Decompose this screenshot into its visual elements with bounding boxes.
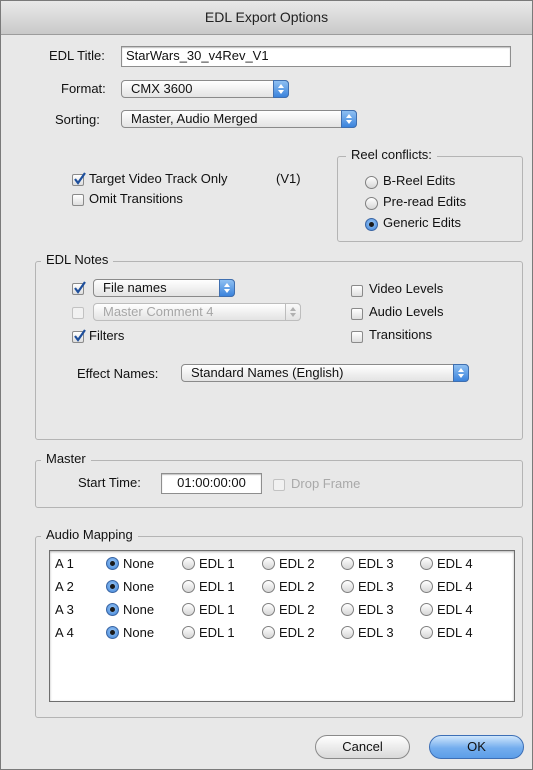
edl-title-label: EDL Title: (49, 48, 105, 63)
popup-arrows-icon (219, 279, 235, 297)
edl-export-dialog: EDL Export Options EDL Title: StarWars_3… (0, 0, 533, 770)
none-radio[interactable] (106, 557, 119, 570)
popup-arrows-icon (285, 303, 301, 321)
audio-mapping-legend: Audio Mapping (41, 527, 138, 542)
audio-mapping-row: A 1 None EDL 1 EDL 2 EDL 3 EDL 4 (50, 553, 514, 575)
b-reel-edits-radio[interactable] (365, 176, 378, 189)
track-label: A 4 (55, 625, 74, 640)
audio-mapping-row: A 2 None EDL 1 EDL 2 EDL 3 EDL 4 (50, 576, 514, 598)
checkmark-icon (74, 329, 86, 342)
edl2-radio[interactable] (262, 580, 275, 593)
transitions-label: Transitions (369, 327, 433, 342)
format-popup[interactable]: CMX 3600 (121, 80, 289, 98)
drop-frame-label: Drop Frame (291, 476, 361, 491)
drop-frame-checkbox[interactable] (273, 479, 285, 491)
b-reel-edits-label: B-Reel Edits (383, 173, 456, 188)
edl2-radio[interactable] (262, 557, 275, 570)
sorting-label: Sorting: (55, 112, 100, 127)
effect-names-label: Effect Names: (77, 366, 159, 381)
start-time-field[interactable]: 01:00:00:00 (161, 473, 262, 494)
edl1-radio[interactable] (182, 626, 195, 639)
edl2-radio[interactable] (262, 626, 275, 639)
ok-button[interactable]: OK (429, 735, 524, 759)
track-label: A 3 (55, 602, 74, 617)
cancel-button[interactable]: Cancel (315, 735, 410, 759)
target-video-track-suffix: (V1) (276, 171, 301, 186)
transitions-checkbox[interactable] (351, 331, 363, 343)
edl-notes-legend: EDL Notes (41, 252, 114, 267)
none-radio[interactable] (106, 580, 119, 593)
omit-transitions-label: Omit Transitions (89, 191, 183, 206)
edl4-radio[interactable] (420, 557, 433, 570)
master-legend: Master (41, 451, 91, 466)
popup-arrows-icon (341, 110, 357, 128)
filters-label: Filters (89, 328, 125, 343)
audio-mapping-row: A 3 None EDL 1 EDL 2 EDL 3 EDL 4 (50, 599, 514, 621)
edl4-radio[interactable] (420, 603, 433, 616)
none-radio[interactable] (106, 603, 119, 616)
effect-names-popup-value: Standard Names (English) (191, 365, 344, 380)
target-video-track-label: Target Video Track Only (89, 171, 228, 186)
audio-levels-label: Audio Levels (369, 304, 444, 319)
generic-edits-label: Generic Edits (383, 215, 462, 230)
master-comment-popup[interactable]: Master Comment 4 (93, 303, 301, 321)
popup-arrows-icon (273, 80, 289, 98)
track-label: A 2 (55, 579, 74, 594)
window-title: EDL Export Options (1, 1, 532, 35)
edl4-radio[interactable] (420, 626, 433, 639)
edl1-radio[interactable] (182, 580, 195, 593)
edl3-radio[interactable] (341, 626, 354, 639)
edl3-radio[interactable] (341, 557, 354, 570)
filters-checkbox[interactable] (72, 329, 86, 343)
format-popup-value: CMX 3600 (131, 81, 193, 96)
track-label: A 1 (55, 556, 74, 571)
edl-title-field[interactable]: StarWars_30_v4Rev_V1 (121, 46, 511, 67)
reel-conflicts-legend: Reel conflicts: (346, 147, 437, 162)
video-levels-label: Video Levels (369, 281, 444, 296)
audio-mapping-list[interactable]: A 1 None EDL 1 EDL 2 EDL 3 EDL 4 A 2 Non… (49, 550, 515, 702)
audio-levels-checkbox[interactable] (351, 308, 363, 320)
effect-names-popup[interactable]: Standard Names (English) (181, 364, 469, 382)
checkmark-icon (74, 172, 86, 185)
audio-mapping-row: A 4 None EDL 1 EDL 2 EDL 3 EDL 4 (50, 622, 514, 644)
file-names-popup-value: File names (103, 280, 167, 295)
popup-arrows-icon (453, 364, 469, 382)
target-video-track-checkbox[interactable] (72, 172, 86, 186)
master-comment-popup-value: Master Comment 4 (103, 304, 214, 319)
pre-read-edits-label: Pre-read Edits (383, 194, 467, 209)
video-levels-checkbox[interactable] (351, 285, 363, 297)
master-comment-checkbox[interactable] (72, 307, 84, 319)
edl1-radio[interactable] (182, 603, 195, 616)
file-names-checkbox[interactable] (72, 281, 86, 295)
checkmark-icon (74, 281, 86, 294)
omit-transitions-checkbox[interactable] (72, 194, 84, 206)
none-radio[interactable] (106, 626, 119, 639)
start-time-label: Start Time: (78, 475, 141, 490)
edl3-radio[interactable] (341, 603, 354, 616)
file-names-popup[interactable]: File names (93, 279, 235, 297)
sorting-popup[interactable]: Master, Audio Merged (121, 110, 357, 128)
pre-read-edits-radio[interactable] (365, 197, 378, 210)
generic-edits-radio[interactable] (365, 218, 378, 231)
sorting-popup-value: Master, Audio Merged (131, 111, 258, 126)
edl1-radio[interactable] (182, 557, 195, 570)
format-label: Format: (61, 81, 106, 96)
edl4-radio[interactable] (420, 580, 433, 593)
edl2-radio[interactable] (262, 603, 275, 616)
edl3-radio[interactable] (341, 580, 354, 593)
